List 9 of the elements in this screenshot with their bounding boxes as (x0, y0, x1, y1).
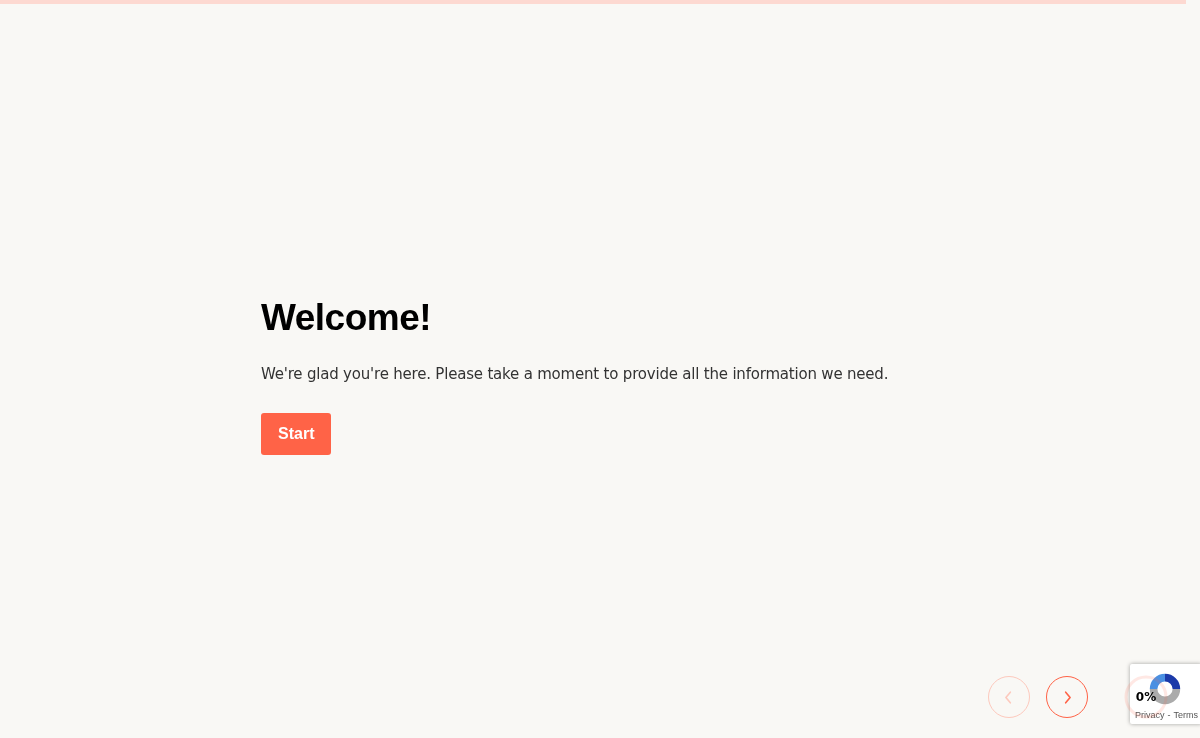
separator-text: - (1167, 710, 1171, 720)
intro-text: We're glad you're here. Please take a moment to provide all the information we need. (261, 365, 889, 383)
chevron-icon (1063, 690, 1071, 704)
chevron-icon (1005, 690, 1013, 704)
welcome-heading: Welcome! (261, 297, 433, 339)
recaptcha-link[interactable]: Terms (1173, 710, 1198, 720)
progress-reading: 0% (1135, 690, 1157, 704)
progress-ring (1122, 673, 1170, 721)
recaptcha-link[interactable]: Privacy (1135, 710, 1165, 720)
